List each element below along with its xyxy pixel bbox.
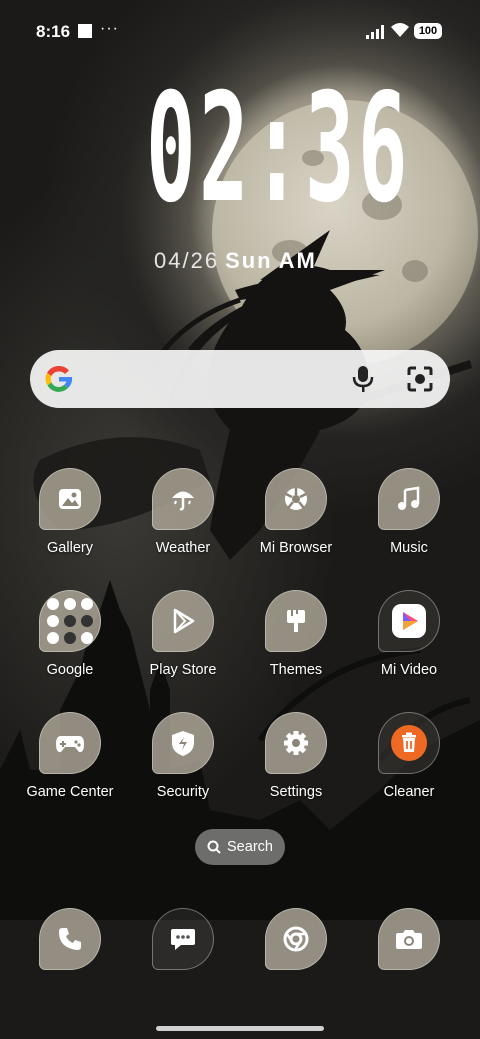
signal-icon — [366, 25, 384, 39]
shield-icon — [152, 712, 214, 774]
status-time: 8:16 — [36, 22, 71, 41]
app-google-folder[interactable]: Google — [15, 590, 125, 678]
weather-icon — [152, 468, 214, 530]
gesture-home-bar[interactable] — [156, 1026, 324, 1031]
app-label: Themes — [269, 662, 323, 678]
app-mi-video[interactable]: Mi Video — [354, 590, 464, 678]
app-label: Gallery — [47, 540, 93, 556]
ampm: AM — [278, 248, 317, 273]
app-label: Cleaner — [383, 784, 435, 800]
themes-icon — [265, 590, 327, 652]
app-label: Settings — [269, 784, 323, 800]
weekday: Sun — [225, 248, 273, 273]
more-notifications-icon: ··· — [100, 20, 119, 37]
battery-indicator: 100 — [414, 23, 442, 39]
app-mi-browser[interactable]: Mi Browser — [241, 468, 351, 556]
google-g-icon — [45, 365, 73, 392]
camera-icon — [378, 908, 440, 970]
app-play-store[interactable]: Play Store — [128, 590, 238, 678]
app-label: Play Store — [149, 662, 217, 678]
google-search-bar[interactable] — [30, 350, 450, 408]
date-value: 04/26 — [154, 248, 220, 273]
app-game-center[interactable]: Game Center — [15, 712, 125, 800]
dock-camera[interactable] — [354, 908, 464, 970]
app-music[interactable]: Music — [354, 468, 464, 556]
mic-icon[interactable] — [352, 365, 374, 393]
notification-icon — [78, 24, 92, 38]
app-weather[interactable]: Weather — [128, 468, 238, 556]
app-search-button[interactable]: Search — [195, 829, 285, 865]
app-settings[interactable]: Settings — [241, 712, 351, 800]
app-label: Mi Video — [380, 662, 438, 678]
app-search-label: Search — [227, 839, 273, 855]
clock-date[interactable]: 04/26 Sun AM — [154, 248, 317, 274]
gear-icon — [265, 712, 327, 774]
app-label: Mi Browser — [259, 540, 333, 556]
app-gallery[interactable]: Gallery — [15, 468, 125, 556]
app-label: Google — [46, 662, 94, 678]
browser-icon — [265, 468, 327, 530]
chrome-icon — [265, 908, 327, 970]
play-store-icon — [152, 590, 214, 652]
clock-time[interactable]: 02:36 — [146, 74, 411, 224]
music-icon — [378, 468, 440, 530]
search-icon — [207, 840, 221, 854]
app-label: Weather — [155, 540, 211, 556]
home-screen: 8:16 ··· 100 02:36 04/26 Sun AM Gallery … — [0, 0, 480, 1039]
gallery-icon — [39, 468, 101, 530]
trash-icon — [378, 712, 440, 774]
dock-phone[interactable] — [15, 908, 125, 970]
wifi-icon — [391, 23, 409, 37]
messages-icon — [152, 908, 214, 970]
app-label: Security — [156, 784, 210, 800]
app-security[interactable]: Security — [128, 712, 238, 800]
dock-messages[interactable] — [128, 908, 238, 970]
app-label: Game Center — [26, 784, 114, 800]
video-icon — [378, 590, 440, 652]
dock-chrome[interactable] — [241, 908, 351, 970]
gamepad-icon — [39, 712, 101, 774]
status-bar: 8:16 ··· 100 — [0, 0, 480, 64]
app-label: Music — [390, 540, 428, 556]
phone-icon — [39, 908, 101, 970]
folder-icon — [39, 590, 101, 652]
app-themes[interactable]: Themes — [241, 590, 351, 678]
app-cleaner[interactable]: Cleaner — [354, 712, 464, 800]
google-lens-icon[interactable] — [406, 365, 434, 393]
